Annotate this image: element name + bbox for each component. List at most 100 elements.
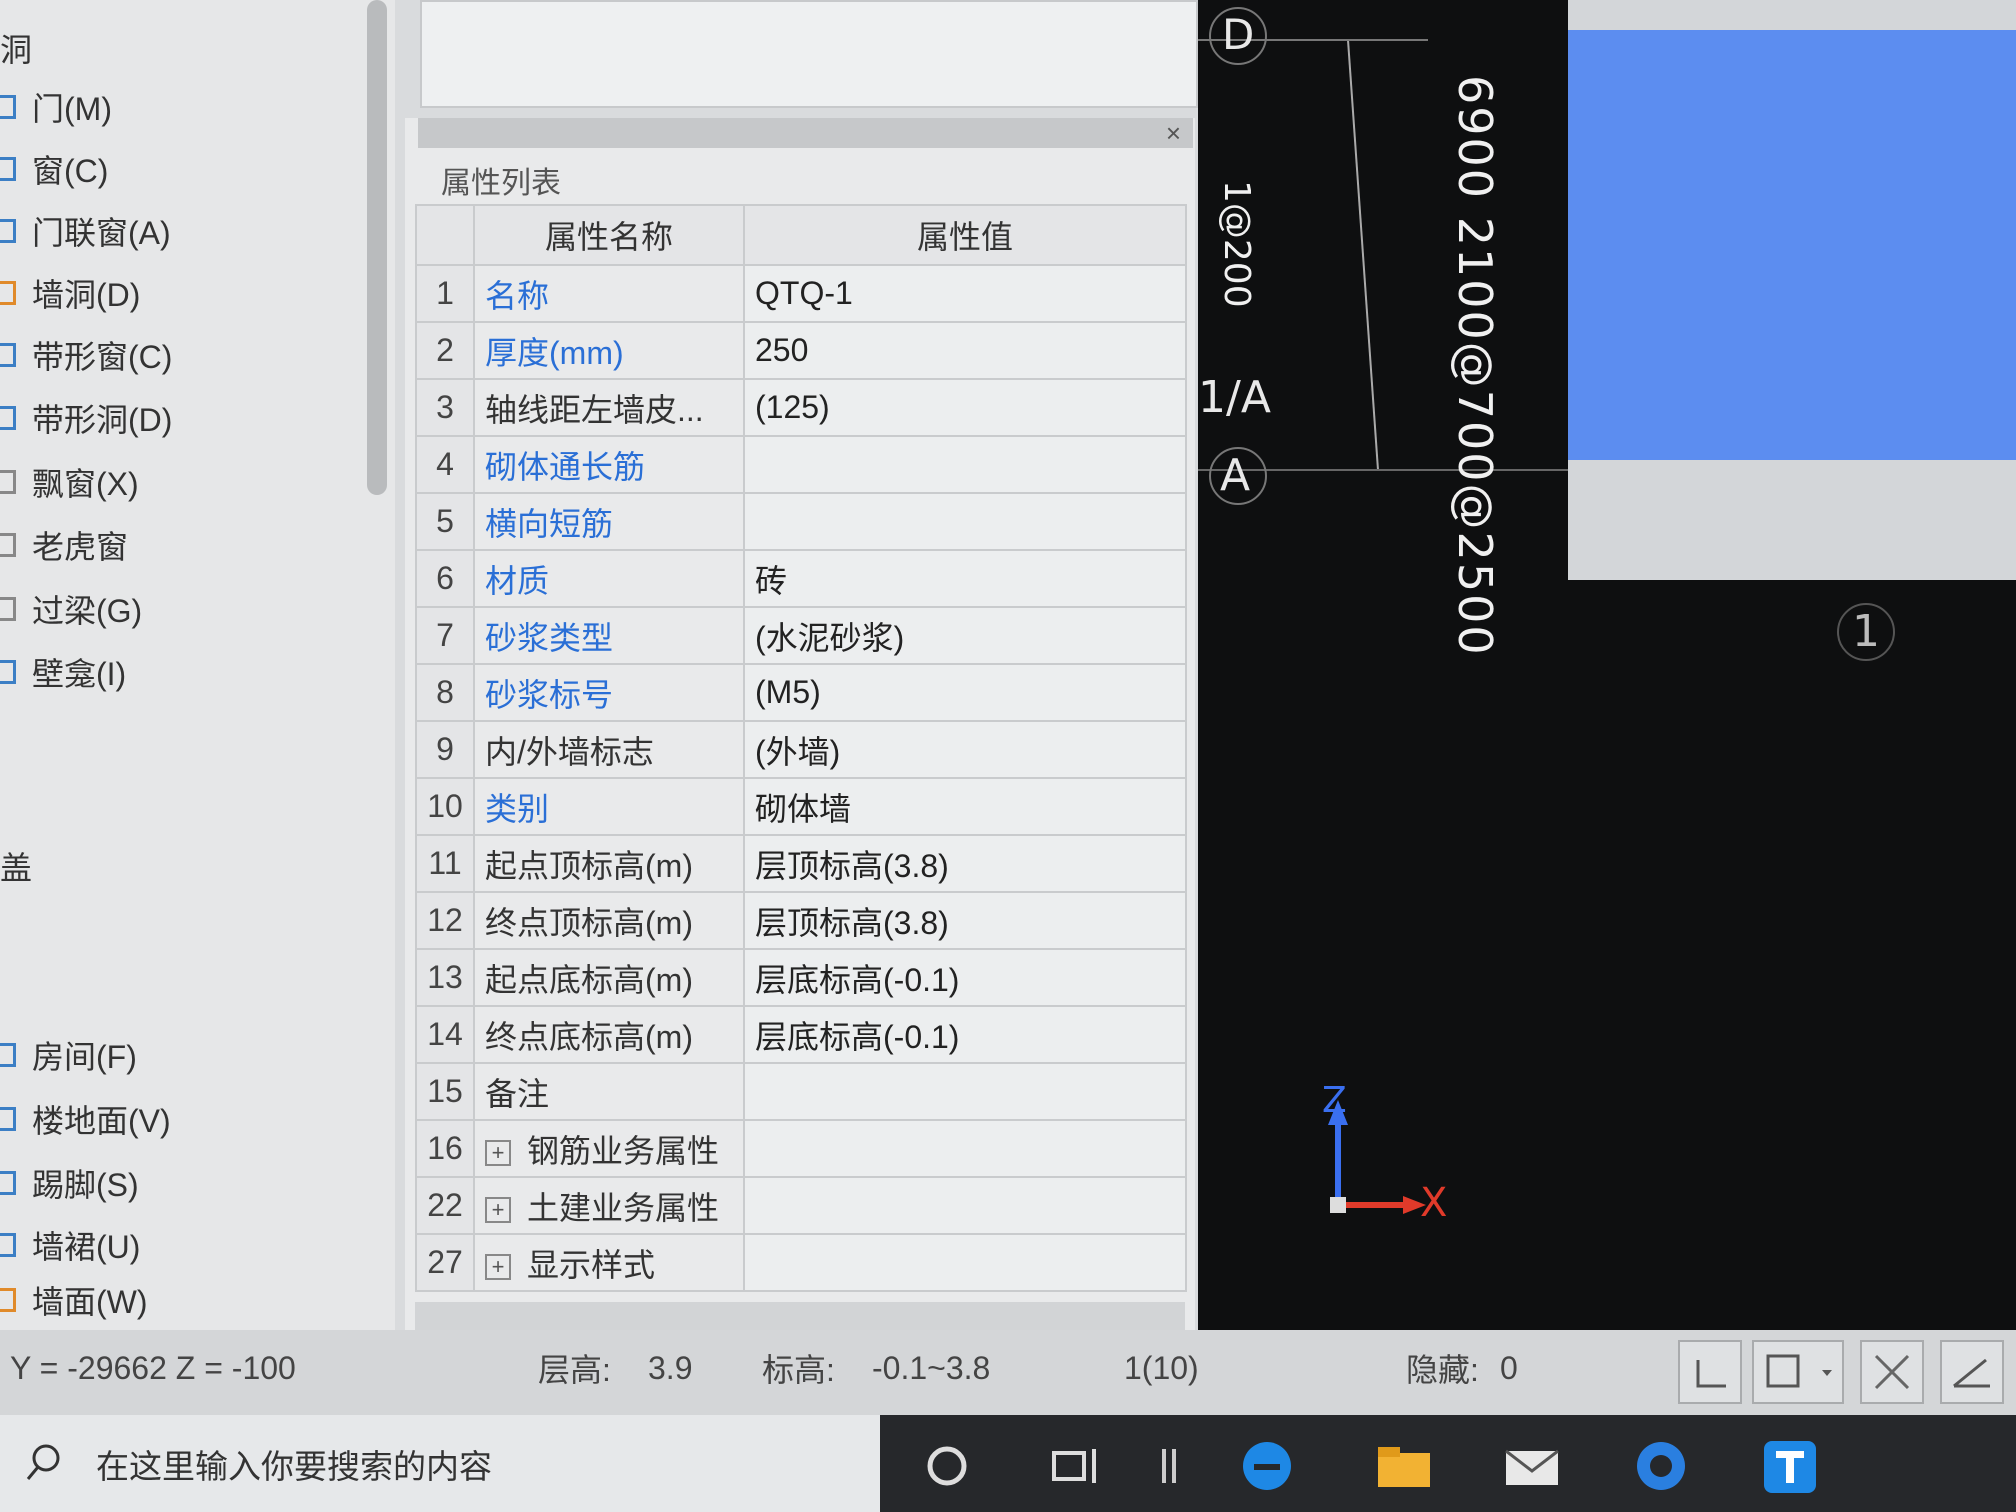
table-row[interactable]: 5 横向短筋 — [415, 492, 1187, 551]
property-value[interactable]: 砖 — [743, 549, 1187, 608]
tree-item-dado[interactable]: 墙裙(U) — [0, 1220, 140, 1270]
tree-item-wall-surface[interactable]: 墙面(W) — [0, 1280, 148, 1320]
dimension-text-2: 1@200 — [1216, 180, 1257, 308]
tree-item-strip-opening[interactable]: 带形洞(D) — [0, 393, 172, 443]
table-group-row[interactable]: 16 + 钢筋业务属性 — [415, 1119, 1187, 1178]
col-header-value: 属性值 — [743, 204, 1187, 266]
mail-icon[interactable] — [1500, 1435, 1562, 1497]
table-row[interactable]: 15 备注 — [415, 1062, 1187, 1121]
tree-group-decoration[interactable]: 盖 — [0, 843, 32, 889]
property-value[interactable] — [743, 1062, 1187, 1121]
table-row[interactable]: 2 厚度(mm) 250 — [415, 321, 1187, 380]
property-value[interactable]: 层底标高(-0.1) — [743, 1005, 1187, 1064]
property-name: 砂浆标号 — [473, 663, 745, 722]
property-value[interactable]: (125) — [743, 378, 1187, 437]
expand-icon[interactable]: + — [485, 1140, 511, 1167]
table-row[interactable]: 12 终点顶标高(m) 层顶标高(3.8) — [415, 891, 1187, 950]
component-tree-panel: 洞 门(M) 窗(C) 门联窗(A) 墙洞(D) 带形窗(C) 带形洞(D) 飘… — [0, 0, 395, 1330]
table-row[interactable]: 14 终点底标高(m) 层底标高(-0.1) — [415, 1005, 1187, 1064]
property-group-name[interactable]: + 显示样式 — [473, 1233, 745, 1292]
tree-item-door-window[interactable]: 门联窗(A) — [0, 206, 171, 256]
task-view-icon[interactable] — [1044, 1435, 1106, 1497]
property-value[interactable] — [743, 492, 1187, 551]
cad-viewport[interactable]: D 1/A A 1 6900 2100@700@2500 1@200 Z X — [1198, 0, 2016, 1335]
glodon-app-icon[interactable] — [1630, 1435, 1692, 1497]
property-name: 备注 — [473, 1062, 745, 1121]
tree-item-wall-opening[interactable]: 墙洞(D) — [0, 268, 140, 318]
tree-item-room[interactable]: 房间(F) — [0, 1030, 137, 1080]
table-row[interactable]: 9 内/外墙标志 (外墙) — [415, 720, 1187, 779]
coordinate-readout: Y = -29662 Z = -100 — [10, 1349, 296, 1386]
property-table: 属性名称 属性值 1 名称 QTQ-1 2 厚度(mm) 250 3 轴线距左墙皮... (12… — [415, 204, 1187, 1292]
property-value[interactable]: 砌体墙 — [743, 777, 1187, 836]
dimension-text: 6900 2100@700@2500 — [1448, 75, 1502, 657]
tree-item-label: 墙洞(D) — [32, 277, 141, 313]
table-row[interactable]: 6 材质砖 — [415, 549, 1187, 608]
tree-item-window[interactable]: 窗(C) — [0, 144, 108, 194]
cortana-icon[interactable] — [916, 1435, 978, 1497]
table-row[interactable]: 3 轴线距左墙皮... (125) — [415, 378, 1187, 437]
table-row[interactable]: 8 砂浆标号 (M5) — [415, 663, 1187, 722]
table-row[interactable]: 11 起点顶标高(m) 层顶标高(3.8) — [415, 834, 1187, 893]
snap-icon — [1766, 1354, 1832, 1388]
tree-item-strip-window[interactable]: 带形窗(C) — [0, 330, 172, 380]
cross-icon — [1874, 1354, 1910, 1390]
door-icon — [0, 95, 16, 119]
tree-group-openings[interactable]: 洞 — [0, 25, 32, 71]
property-group-name[interactable]: + 钢筋业务属性 — [473, 1119, 745, 1178]
tree-item-label: 老虎窗 — [32, 529, 129, 565]
tree-item-door[interactable]: 门(M) — [0, 82, 112, 132]
edge-browser-icon[interactable] — [1236, 1435, 1298, 1497]
tree-item-lintel[interactable]: 过梁(G) — [0, 584, 142, 634]
axis-z-label: Z — [1322, 1080, 1347, 1121]
door-window-icon — [0, 219, 16, 243]
row-index: 11 — [415, 834, 475, 893]
property-group-name[interactable]: + 土建业务属性 — [473, 1176, 745, 1235]
close-icon[interactable]: × — [1166, 118, 1181, 149]
cancel-tool-button[interactable] — [1860, 1340, 1924, 1404]
ortho-toggle-button[interactable] — [1678, 1340, 1742, 1404]
property-value[interactable]: QTQ-1 — [743, 264, 1187, 323]
property-value[interactable]: (外墙) — [743, 720, 1187, 779]
tree-item-bay-window[interactable]: 飘窗(X) — [0, 457, 139, 507]
angle-tool-button[interactable] — [1940, 1340, 2004, 1404]
property-panel-scrollbar[interactable] — [415, 1302, 1185, 1330]
property-value[interactable]: 250 — [743, 321, 1187, 380]
expand-icon[interactable]: + — [485, 1197, 511, 1224]
property-value[interactable]: (M5) — [743, 663, 1187, 722]
taskbar-search-box[interactable]: 在这里输入你要搜索的内容 — [0, 1415, 880, 1512]
tree-item-floor[interactable]: 楼地面(V) — [0, 1094, 171, 1144]
tree-item-label: 墙面(W) — [32, 1284, 148, 1320]
property-value[interactable]: 层底标高(-0.1) — [743, 948, 1187, 1007]
file-explorer-icon[interactable] — [1372, 1435, 1434, 1497]
search-placeholder: 在这里输入你要搜索的内容 — [96, 1447, 492, 1485]
col-header-name: 属性名称 — [473, 204, 745, 266]
row-index: 15 — [415, 1062, 475, 1121]
property-name: 横向短筋 — [473, 492, 745, 551]
property-value[interactable]: 层顶标高(3.8) — [743, 891, 1187, 950]
tree-scrollbar[interactable] — [367, 0, 387, 495]
table-group-row[interactable]: 22 + 土建业务属性 — [415, 1176, 1187, 1235]
tree-item-skirting[interactable]: 踢脚(S) — [0, 1158, 139, 1208]
property-value[interactable] — [743, 435, 1187, 494]
elevation-value: -0.1~3.8 — [872, 1349, 991, 1386]
status-bar: Y = -29662 Z = -100 层高: 3.9 标高: -0.1~3.8… — [0, 1330, 2016, 1415]
expand-icon[interactable]: + — [485, 1254, 511, 1281]
property-panel-title: 属性列表 — [441, 167, 561, 200]
table-row[interactable]: 13 起点底标高(m) 层底标高(-0.1) — [415, 948, 1187, 1007]
table-row[interactable]: 1 名称 QTQ-1 — [415, 264, 1187, 323]
property-panel-titlebar[interactable]: × — [418, 118, 1193, 148]
table-row[interactable]: 4 砌体通长筋 — [415, 435, 1187, 494]
property-value[interactable]: 层顶标高(3.8) — [743, 834, 1187, 893]
t-app-icon[interactable] — [1758, 1435, 1820, 1497]
tree-item-niche[interactable]: 壁龛(I) — [0, 647, 126, 697]
table-row[interactable]: 7 砂浆类型 (水泥砂浆) — [415, 606, 1187, 665]
component-list-box — [420, 0, 1198, 108]
room-icon — [0, 1043, 16, 1067]
property-value — [743, 1233, 1187, 1292]
property-value[interactable]: (水泥砂浆) — [743, 606, 1187, 665]
snap-dropdown-button[interactable] — [1752, 1340, 1844, 1404]
table-group-row[interactable]: 27 + 显示样式 — [415, 1233, 1187, 1292]
table-row[interactable]: 10 类别 砌体墙 — [415, 777, 1187, 836]
tree-item-dormer[interactable]: 老虎窗 — [0, 520, 128, 570]
